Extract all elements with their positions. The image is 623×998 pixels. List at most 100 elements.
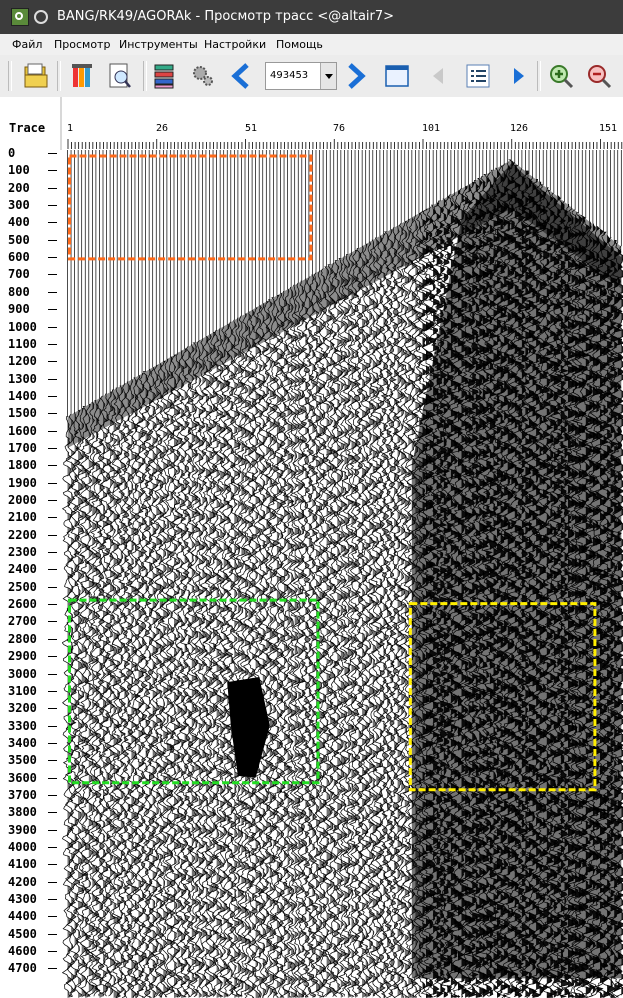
time-tick-mark (48, 812, 57, 814)
time-tick-mark (48, 847, 57, 848)
time-tick-mark (48, 326, 57, 328)
time-tick-mark (48, 933, 57, 935)
time-tick-mark (48, 500, 57, 501)
chevron-right-icon[interactable] (342, 61, 370, 91)
time-tick-mark (48, 153, 57, 154)
time-tick-label: 400 (8, 215, 30, 230)
time-tick-mark (48, 395, 57, 397)
time-tick-label: 1900 (8, 475, 37, 490)
time-tick-label: 2500 (8, 579, 37, 594)
time-tick-mark (48, 916, 57, 918)
list-icon[interactable] (464, 61, 492, 91)
orange-box (68, 154, 313, 261)
time-tick-mark (48, 309, 57, 311)
time-tick-mark (48, 708, 57, 710)
time-tick-mark (48, 881, 57, 883)
trace-wiggles (62, 150, 623, 998)
menu-tools[interactable]: Инструменты (119, 38, 198, 51)
time-tick-label: 300 (8, 198, 30, 213)
time-tick-label: 3200 (8, 701, 37, 716)
time-tick-mark (48, 170, 57, 172)
palette-icon[interactable] (68, 61, 96, 91)
menu-settings[interactable]: Настройки (204, 38, 266, 51)
toolbar-separator (57, 61, 61, 91)
title-bar: BANG/RK49/AGORAk - Просмотр трасс <@alta… (0, 0, 623, 34)
trace-tick-label: 151 (599, 123, 618, 134)
time-tick-label: 2700 (8, 614, 37, 629)
trace-tick-label: 51 (245, 123, 258, 134)
triangle-right-icon[interactable] (504, 61, 532, 91)
toolbar-separator (537, 61, 541, 91)
time-tick-label: 500 (8, 232, 30, 247)
time-tick-mark (48, 586, 57, 588)
time-tick-mark (48, 257, 57, 259)
trace-axis-label: Trace (9, 121, 46, 135)
time-tick-label: 3400 (8, 735, 37, 750)
time-tick-mark (48, 447, 57, 449)
time-tick-mark (48, 829, 57, 831)
time-tick-mark (48, 343, 57, 345)
menu-help[interactable]: Помощь (276, 38, 323, 51)
menu-bar: Файл Просмотр Инструменты Настройки Помо… (0, 34, 623, 55)
time-tick-label: 4400 (8, 909, 37, 924)
time-tick-label: 800 (8, 284, 30, 299)
time-tick-label: 3600 (8, 770, 37, 785)
seismic-trace-panel[interactable] (62, 150, 623, 998)
time-tick-mark (48, 517, 57, 519)
time-tick-label: 2800 (8, 631, 37, 646)
time-tick-mark (48, 552, 57, 554)
open-folder-icon[interactable] (22, 61, 50, 91)
time-tick-mark (48, 864, 57, 866)
window-icon[interactable] (383, 61, 411, 91)
time-tick-mark (48, 239, 57, 241)
gears-icon[interactable] (189, 61, 217, 91)
chevron-left-icon[interactable] (227, 61, 255, 91)
time-tick-label: 700 (8, 267, 30, 282)
time-tick-mark (48, 673, 57, 675)
time-tick-label: 1000 (8, 319, 37, 334)
time-tick-mark (48, 465, 57, 467)
time-tick-mark (48, 274, 57, 276)
pin-icon[interactable] (34, 10, 48, 24)
time-tick-label: 2300 (8, 545, 37, 560)
time-tick-mark (48, 725, 57, 727)
time-tick-label: 4000 (8, 840, 37, 854)
page-search-icon[interactable] (106, 61, 134, 91)
time-tick-label: 4300 (8, 892, 37, 907)
time-tick-mark (48, 951, 57, 953)
zoom-out-icon[interactable] (585, 61, 613, 91)
time-tick-mark (48, 482, 57, 484)
layers-icon[interactable] (150, 61, 178, 91)
time-tick-mark (48, 187, 57, 189)
time-tick-label: 2200 (8, 527, 37, 542)
time-tick-mark (48, 794, 57, 796)
time-tick-label: 1600 (8, 423, 37, 438)
time-tick-mark (48, 205, 57, 207)
trace-select[interactable]: 493453 (265, 62, 337, 90)
time-tick-label: 1500 (8, 406, 37, 421)
time-tick-label: 1800 (8, 458, 37, 473)
time-tick-mark (48, 291, 57, 293)
trace-tick-label: 76 (333, 123, 346, 134)
time-tick-label: 3700 (8, 787, 37, 802)
time-tick-label: 100 (8, 163, 30, 178)
chevron-down-icon[interactable] (320, 63, 336, 89)
zoom-in-icon[interactable] (547, 61, 575, 91)
trace-tick-label: 26 (156, 123, 169, 134)
time-tick-label: 4500 (8, 926, 37, 941)
time-tick-mark (48, 760, 57, 762)
toolbar-separator (8, 61, 12, 91)
menu-file[interactable]: Файл (12, 38, 42, 51)
triangle-left-icon[interactable] (425, 61, 453, 91)
time-tick-mark (48, 413, 57, 415)
time-tick-label: 200 (8, 180, 30, 195)
trace-ruler (67, 139, 623, 149)
time-tick-mark (48, 621, 57, 623)
menu-view[interactable]: Просмотр (54, 38, 110, 51)
time-tick-label: 900 (8, 302, 30, 317)
time-tick-mark (48, 222, 57, 224)
time-tick-label: 2000 (8, 493, 37, 507)
trace-tick-label: 101 (422, 123, 441, 134)
time-tick-label: 1100 (8, 336, 37, 351)
time-tick-mark (48, 899, 57, 901)
